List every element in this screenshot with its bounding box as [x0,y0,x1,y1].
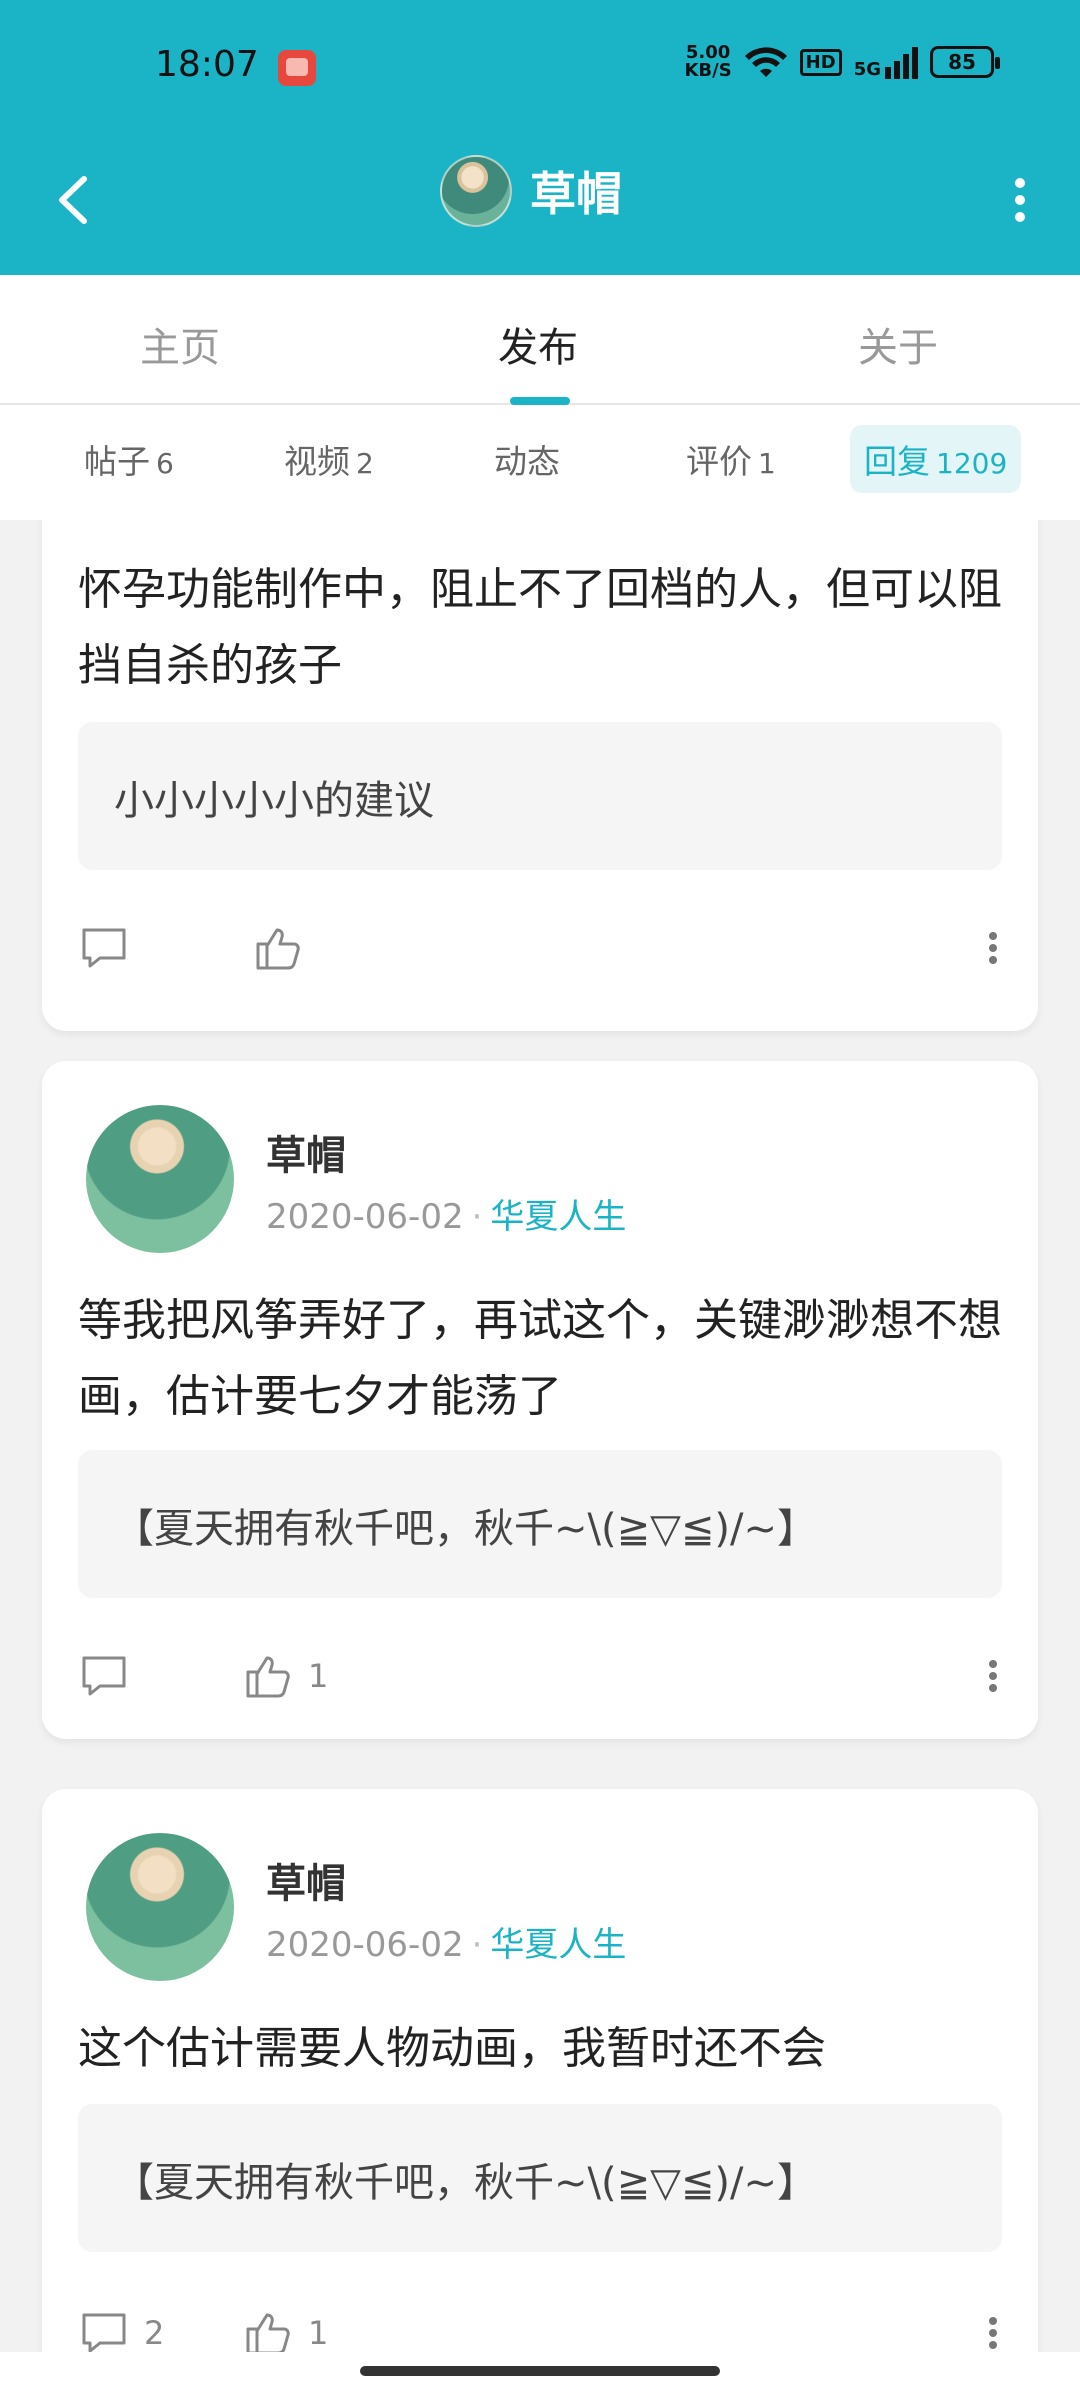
subtab-posts[interactable]: 帖子 6 [84,435,174,483]
subtab-videos-count: 2 [356,447,374,480]
reply-header: 草帽 2020-06-02 · 华夏人生 [42,1789,1038,1981]
comment-button[interactable] [78,1646,130,1706]
thumbs-up-icon [256,928,300,970]
quoted-post[interactable]: 【夏天拥有秋千吧，秋千~\(≧▽≦)/~】 [78,1450,1002,1598]
like-button[interactable] [252,918,304,978]
status-bar: 18:07 5.00 KB/S HD 5G 85 [0,0,1080,135]
subtab-replies-count: 1209 [936,447,1008,480]
reply-meta: 2020-06-02 · 华夏人生 [266,1917,626,1966]
topic-link[interactable]: 华夏人生 [490,1197,626,1237]
quoted-post[interactable]: 【夏天拥有秋千吧，秋千~\(≧▽≦)/~】 [78,2104,1002,2252]
reply-card[interactable]: 怀孕功能制作中，阻止不了回档的人，但可以阻挡自杀的孩子 小小小小小的建议 [42,520,1038,1031]
reply-actions: 2 1 [78,2303,1008,2352]
notification-app-icon [278,50,316,86]
quoted-post[interactable]: 小小小小小的建议 [78,722,1002,870]
profile-avatar[interactable] [440,155,512,227]
app-bar: 草帽 [0,135,1080,275]
author-name[interactable]: 草帽 [266,1851,346,1909]
reply-date: 2020-06-02 [266,1197,464,1237]
comment-icon [82,928,126,968]
subtab-reviews[interactable]: 评价 1 [686,435,776,483]
active-tab-indicator [510,397,570,405]
system-nav-bar [0,2352,1080,2400]
battery-icon: 85 [930,46,1000,78]
back-arrow-icon[interactable] [40,165,110,235]
like-button[interactable]: 1 [242,2303,328,2352]
status-time: 18:07 [155,44,259,85]
subtab-reviews-count: 1 [758,447,776,480]
comment-button[interactable] [78,918,130,978]
tab-home[interactable]: 主页 [140,315,220,373]
author-name[interactable]: 草帽 [266,1123,346,1181]
network-type: 5G [853,59,881,80]
more-options-icon[interactable] [978,1646,1008,1706]
more-options-icon[interactable] [978,918,1008,978]
subtab-activity[interactable]: 动态 [494,435,560,483]
subtab-videos[interactable]: 视频 2 [284,435,374,483]
more-options-icon[interactable] [978,2303,1008,2352]
network-speed-unit: KB/S [684,60,732,81]
signal-icon [885,45,918,79]
status-icons: 5.00 KB/S HD 5G 85 [684,44,1000,80]
tab-about[interactable]: 关于 [858,315,938,373]
author-avatar[interactable] [86,1105,234,1253]
reply-actions: 1 [78,1646,1008,1706]
meta-separator: · [471,1197,483,1237]
comment-button[interactable]: 2 [78,2303,164,2352]
comment-icon [82,2313,126,2352]
reply-card[interactable]: 草帽 2020-06-02 · 华夏人生 等我把风筝弄好了，再试这个，关键渺渺想不想… [42,1061,1038,1739]
main-tabs: 主页 发布 关于 [0,275,1080,405]
like-count: 1 [308,1657,329,1695]
reply-actions [78,918,1008,978]
subtab-videos-label: 视频 [284,442,350,481]
reply-meta: 2020-06-02 · 华夏人生 [266,1189,626,1238]
reply-text: 怀孕功能制作中，阻止不了回档的人，但可以阻挡自杀的孩子 [78,564,1002,691]
reply-text: 等我把风筝弄好了，再试这个，关键渺渺想不想画，估计要七夕才能荡了 [78,1295,1002,1422]
subtab-replies-label: 回复 [864,442,930,481]
comment-count: 2 [144,2314,165,2352]
thumbs-up-icon [246,2313,290,2352]
subtab-posts-count: 6 [156,447,174,480]
subtab-replies[interactable]: 回复 1209 [850,425,1022,493]
meta-separator: · [471,1925,483,1965]
network-speed: 5.00 KB/S [684,44,731,80]
page-title: 草帽 [530,167,622,221]
wifi-icon [744,47,787,77]
thumbs-up-icon [246,1656,290,1698]
signal-group: 5G [854,45,918,79]
reply-date: 2020-06-02 [266,1925,464,1965]
subtab-activity-label: 动态 [494,442,560,481]
like-button[interactable]: 1 [242,1646,328,1706]
hd-badge: HD [799,48,842,76]
tab-publish[interactable]: 发布 [498,315,578,373]
reply-list[interactable]: 怀孕功能制作中，阻止不了回档的人，但可以阻挡自杀的孩子 小小小小小的建议 草帽 [0,520,1080,2352]
sub-tabs: 帖子 6 视频 2 动态 评价 1 回复 1209 [0,405,1080,520]
more-vertical-icon[interactable] [990,165,1050,235]
author-avatar[interactable] [86,1833,234,1981]
like-count: 1 [308,2314,329,2352]
reply-text: 这个估计需要人物动画，我暂时还不会 [78,2023,826,2074]
home-indicator[interactable] [360,2366,720,2376]
profile-title[interactable]: 草帽 [440,155,622,227]
reply-card[interactable]: 草帽 2020-06-02 · 华夏人生 这个估计需要人物动画，我暂时还不会 【夏天… [42,1789,1038,2352]
comment-icon [82,1656,126,1696]
reply-header: 草帽 2020-06-02 · 华夏人生 [42,1061,1038,1253]
subtab-reviews-label: 评价 [686,442,752,481]
topic-link[interactable]: 华夏人生 [490,1925,626,1965]
subtab-posts-label: 帖子 [84,442,150,481]
